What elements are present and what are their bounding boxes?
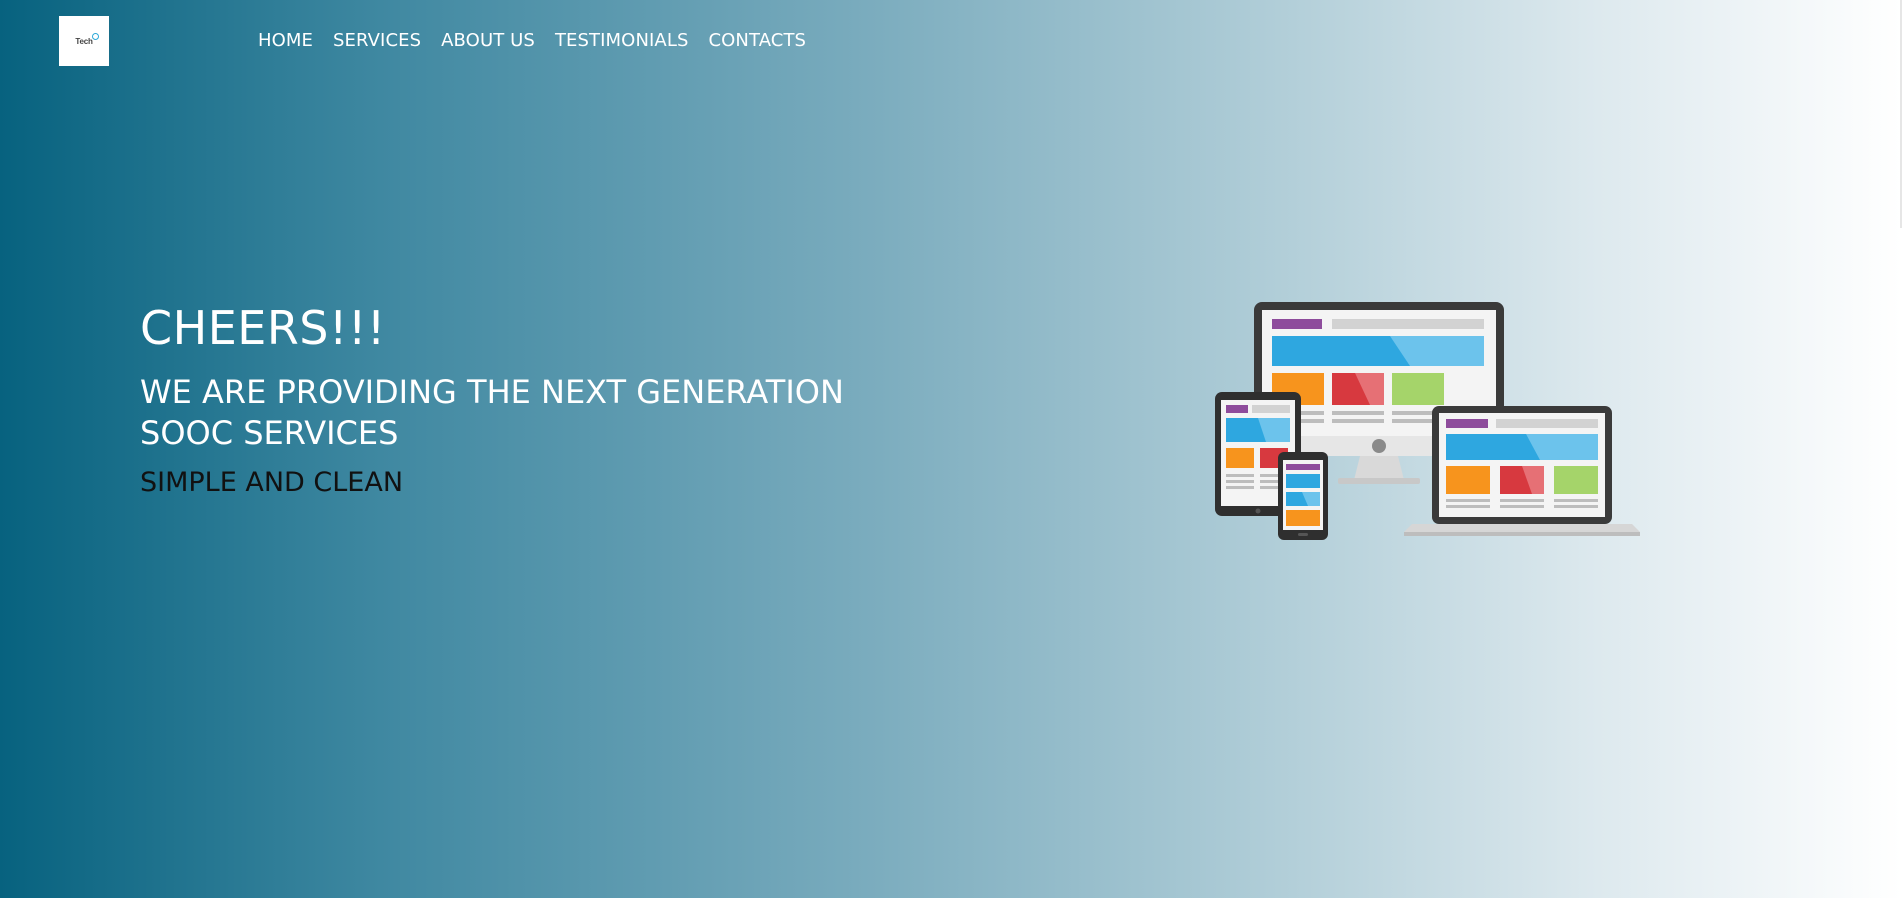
- nav-services[interactable]: SERVICES: [333, 30, 421, 51]
- nav-about-us[interactable]: ABOUT US: [441, 30, 535, 51]
- hero-tagline: SIMPLE AND CLEAN: [140, 466, 404, 498]
- phone-icon: [1278, 452, 1328, 540]
- nav-contacts[interactable]: CONTACTS: [709, 30, 807, 51]
- responsive-devices-icon: [1215, 302, 1640, 540]
- nav-testimonials[interactable]: TESTIMONIALS: [555, 30, 689, 51]
- hero-subtitle: WE ARE PROVIDING THE NEXT GENERATION SOO…: [140, 372, 844, 453]
- laptop-icon: [1404, 406, 1640, 536]
- logo-dot-icon: [91, 32, 99, 40]
- site-logo[interactable]: Tech: [59, 16, 109, 66]
- hero-title: CHEERS!!!: [140, 301, 386, 355]
- logo-text: Tech: [75, 36, 93, 46]
- tech-logo-icon: Tech: [75, 32, 99, 46]
- nav-home[interactable]: HOME: [258, 30, 313, 51]
- landing-page: Tech HOME SERVICES ABOUT US TESTIMONIALS…: [0, 0, 1902, 898]
- hero-section: CHEERS!!! WE ARE PROVIDING THE NEXT GENE…: [140, 300, 920, 498]
- main-nav: HOME SERVICES ABOUT US TESTIMONIALS CONT…: [258, 30, 826, 51]
